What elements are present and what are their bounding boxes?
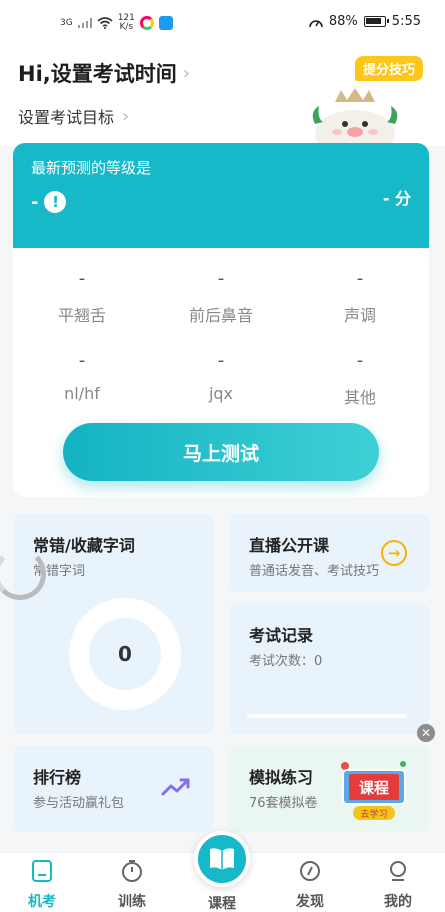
status-right: 88% 5:55 <box>309 14 421 29</box>
tile-title: 直播公开课 <box>249 536 330 555</box>
header: Hi,设置考试时间 › 设置考试目标 › 提分技巧 <box>0 46 445 146</box>
nav-label: 发现 <box>296 894 324 910</box>
profile-icon <box>390 861 406 881</box>
chevron-right-icon: › <box>122 105 130 127</box>
nav-label: 机考 <box>28 894 56 910</box>
breakdown-name: nl/hf <box>64 384 100 403</box>
arrow-right-circle-icon: → <box>381 540 407 566</box>
tile-subtitle: 参与活动赢礼包 <box>33 796 125 811</box>
live-course-tile[interactable]: 直播公开课 普通话发音、考试技巧 → <box>229 514 429 592</box>
breakdown-item: - 其他 <box>291 350 429 408</box>
clock: 5:55 <box>391 14 421 29</box>
breakdown-name: 其他 <box>343 388 376 407</box>
warning-icon[interactable]: ! <box>44 191 67 213</box>
nav-label: 训练 <box>118 894 146 910</box>
network-speed: 121 K/s <box>118 14 135 32</box>
breakdown-value: - <box>78 268 86 289</box>
signal-icon <box>77 18 92 28</box>
status-bar: 3G 121 K/s 88% 5:55 <box>0 0 445 46</box>
wifi-icon <box>97 17 113 29</box>
bottom-nav: 机考 训练 课程 发现 我的 <box>0 831 445 912</box>
close-icon[interactable]: ✕ <box>417 724 435 742</box>
breakdown-value: - <box>356 268 364 289</box>
tile-subtitle: 考试次数：0 <box>249 654 323 669</box>
score-value: - <box>382 189 390 208</box>
course-badge-main: 课程 <box>359 779 389 797</box>
nav-item-training[interactable]: 训练 <box>92 859 172 911</box>
breakdown-value: - <box>217 350 225 371</box>
exam-icon <box>32 860 52 882</box>
tile-title: 排行榜 <box>33 768 82 787</box>
trending-up-icon <box>161 778 190 796</box>
breakdown-item: - 前后鼻音 <box>152 268 290 326</box>
mascot-illustration[interactable] <box>305 84 405 144</box>
breakdown-value: - <box>78 350 86 371</box>
level-value: - <box>31 191 39 213</box>
stopwatch-icon <box>122 860 142 882</box>
tile-title: 常错/收藏字词 <box>33 536 135 555</box>
wrong-words-count: 0 <box>69 598 181 710</box>
predicted-score: - 分 <box>383 185 411 209</box>
nav-item-exam[interactable]: 机考 <box>2 859 82 911</box>
nav-item-discover[interactable]: 发现 <box>270 859 350 911</box>
tile-title: 模拟练习 <box>249 768 314 787</box>
app-ring-icon <box>139 16 154 30</box>
breakdown-item: - 平翘舌 <box>13 268 151 326</box>
set-exam-goal[interactable]: 设置考试目标 › <box>18 104 129 128</box>
course-promo-badge[interactable]: 课程 去学习 <box>337 756 411 822</box>
network-type: 3G <box>60 18 73 28</box>
course-badge-sub: 去学习 <box>360 808 387 820</box>
nav-label: 我的 <box>384 894 412 910</box>
chevron-right-icon: › <box>182 62 190 84</box>
battery-fill <box>365 18 381 24</box>
records-bar <box>247 714 407 718</box>
speedometer-icon <box>309 19 323 27</box>
tile-title: 考试记录 <box>249 626 314 645</box>
ranking-tile[interactable]: 排行榜 参与活动赢礼包 <box>13 746 213 832</box>
battery-icon <box>363 16 389 27</box>
mock-practice-tile[interactable]: 模拟练习 76套模拟卷 课程 去学习 <box>229 746 429 832</box>
exam-goal-label: 设置考试目标 <box>18 108 115 127</box>
set-exam-time[interactable]: Hi,设置考试时间 › <box>18 58 190 88</box>
app-search-icon <box>158 16 173 30</box>
tile-subtitle: 76套模拟卷 <box>249 796 318 811</box>
breakdown-name: 前后鼻音 <box>188 306 253 325</box>
page-title: Hi,设置考试时间 <box>18 62 177 86</box>
prediction-label: 最新预测的等级是 <box>31 159 152 177</box>
predicted-level: - ! <box>31 191 67 213</box>
breakdown-item: - nl/hf <box>13 350 151 403</box>
breakdown-value: - <box>217 268 225 289</box>
breakdown-name: 平翘舌 <box>57 306 106 325</box>
prediction-card: 最新预测的等级是 - ! - 分 - 平翘舌 - 前后鼻音 - 声调 - nl/… <box>13 143 429 497</box>
breakdown-value: - <box>356 350 364 371</box>
test-now-button[interactable]: 马上测试 <box>63 423 379 481</box>
wrong-words-tile[interactable]: 常错/收藏字词 常错字词 0 <box>13 514 213 734</box>
breakdown-name: jqx <box>208 384 234 403</box>
breakdown-name: 声调 <box>343 306 376 325</box>
breakdown-item: - 声调 <box>291 268 429 326</box>
breakdown-item: - jqx <box>152 350 290 403</box>
exam-records-tile[interactable]: 考试记录 考试次数：0 <box>229 604 429 734</box>
compass-icon <box>300 861 320 881</box>
speed-unit: K/s <box>119 22 134 32</box>
battery-percent: 88% <box>328 14 358 29</box>
status-left: 3G 121 K/s <box>60 14 173 32</box>
book-icon <box>210 848 234 870</box>
tips-badge[interactable]: 提分技巧 <box>354 56 423 81</box>
wave-divider <box>13 223 429 243</box>
nav-label: 课程 <box>208 896 236 912</box>
score-unit: 分 <box>394 189 411 208</box>
nav-item-course[interactable]: 课程 <box>182 893 262 912</box>
course-center-button[interactable] <box>194 831 250 887</box>
nav-item-mine[interactable]: 我的 <box>358 859 438 911</box>
tile-subtitle: 普通话发音、考试技巧 <box>249 564 380 579</box>
